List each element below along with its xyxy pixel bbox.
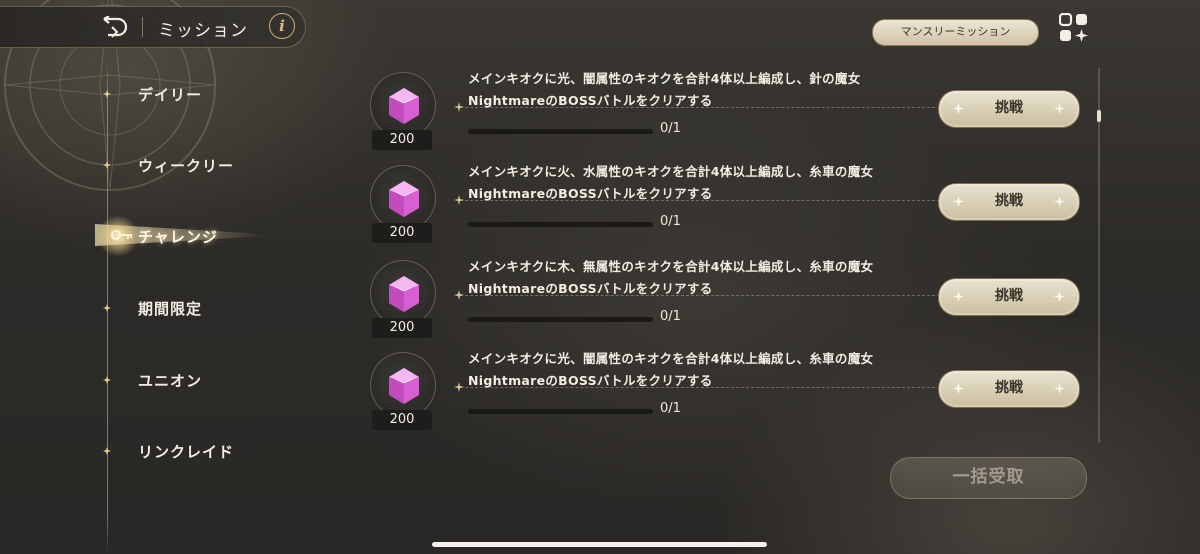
progress-bar — [468, 222, 653, 227]
nav-item-label: デイリー — [138, 86, 203, 104]
grid-menu-icon[interactable] — [1059, 13, 1089, 43]
nav-dot-icon — [103, 90, 111, 98]
nav-dot-icon — [103, 161, 111, 169]
divider — [460, 200, 940, 201]
reward-count: 200 — [372, 410, 432, 430]
challenge-button[interactable]: 挑戦 — [938, 90, 1080, 128]
monthly-mission-label: マンスリーミッション — [900, 25, 1011, 38]
nav-dot-icon — [103, 376, 111, 384]
back-arrow-icon[interactable] — [100, 16, 130, 38]
nav-item-label: 期間限定 — [138, 300, 203, 318]
progress-text: 0/1 — [660, 401, 681, 416]
reward-count: 200 — [372, 223, 432, 243]
sparkle-icon — [454, 195, 464, 205]
sparkle-icon — [1054, 103, 1065, 114]
key-icon — [111, 230, 132, 240]
sparkle-icon — [953, 196, 964, 207]
nav-item-label: リンクレイド — [138, 443, 235, 461]
nav-dot-icon — [103, 447, 111, 455]
page-title: ミッション — [158, 21, 248, 41]
reward-frame — [370, 72, 436, 138]
progress-text: 0/1 — [660, 121, 681, 136]
nav-dot-icon — [103, 304, 111, 312]
header-divider — [142, 17, 143, 37]
sparkle-icon — [454, 382, 464, 392]
progress-text: 0/1 — [660, 309, 681, 324]
sparkle-icon — [953, 291, 964, 302]
sparkle-icon — [1054, 383, 1065, 394]
challenge-label: 挑戦 — [995, 380, 1023, 396]
nav-item-label: ウィークリー — [138, 157, 235, 175]
nav-item-label: ユニオン — [138, 372, 203, 390]
reward-frame — [370, 352, 436, 418]
mission-row: 200 メインキオクに木、無属性のキオクを合計4体以上編成し、糸車の魔女 Nig… — [360, 254, 1100, 346]
pink-gem-icon — [389, 276, 419, 312]
pink-gem-icon — [389, 368, 419, 404]
divider — [460, 295, 940, 296]
nav-item-challenge[interactable]: チャレンジ — [0, 216, 280, 256]
sparkle-icon — [454, 102, 464, 112]
progress-bar — [468, 317, 653, 322]
nav-item-limited[interactable]: 期間限定 — [0, 290, 280, 326]
progress-bar — [468, 409, 653, 414]
challenge-label: 挑戦 — [995, 100, 1023, 116]
progress-bar — [468, 129, 653, 134]
challenge-label: 挑戦 — [995, 193, 1023, 209]
monthly-mission-button[interactable]: マンスリーミッション — [872, 19, 1039, 46]
bulk-receive-button[interactable]: 一括受取 — [890, 457, 1087, 499]
challenge-button[interactable]: 挑戦 — [938, 370, 1080, 408]
progress-text: 0/1 — [660, 214, 681, 229]
sparkle-icon — [953, 103, 964, 114]
header-bar: ミッション i — [0, 6, 306, 48]
sparkle-icon — [454, 290, 464, 300]
mission-description: メインキオクに光、闇属性のキオクを合計4体以上編成し、針の魔女 Nightmar… — [468, 71, 861, 108]
challenge-label: 挑戦 — [995, 288, 1023, 304]
bulk-receive-label: 一括受取 — [952, 467, 1025, 487]
reward-count: 200 — [372, 318, 432, 338]
nav-item-weekly[interactable]: ウィークリー — [0, 147, 280, 183]
challenge-button[interactable]: 挑戦 — [938, 183, 1080, 221]
reward-frame — [370, 165, 436, 231]
mission-description: メインキオクに木、無属性のキオクを合計4体以上編成し、糸車の魔女 Nightma… — [468, 259, 874, 296]
info-icon[interactable]: i — [269, 13, 295, 39]
sparkle-icon — [953, 383, 964, 394]
nav-item-label: チャレンジ — [138, 228, 218, 246]
nav-item-link-raid[interactable]: リンクレイド — [0, 433, 280, 469]
sparkle-icon — [1054, 196, 1065, 207]
sparkle-icon — [1054, 291, 1065, 302]
reward-frame — [370, 260, 436, 326]
nav-item-daily[interactable]: デイリー — [0, 76, 280, 112]
nav-item-union[interactable]: ユニオン — [0, 362, 280, 398]
mission-description: メインキオクに光、闇属性のキオクを合計4体以上編成し、糸車の魔女 Nightma… — [468, 351, 874, 388]
scrollbar-thumb[interactable] — [1097, 110, 1101, 122]
mission-row: 200 メインキオクに光、闇属性のキオクを合計4体以上編成し、糸車の魔女 Nig… — [360, 346, 1100, 438]
mission-row: 200 メインキオクに光、闇属性のキオクを合計4体以上編成し、針の魔女 Nigh… — [360, 66, 1100, 158]
challenge-button[interactable]: 挑戦 — [938, 278, 1080, 316]
divider — [460, 387, 940, 388]
mission-description: メインキオクに火、水属性のキオクを合計4体以上編成し、糸車の魔女 Nightma… — [468, 164, 874, 201]
pink-gem-icon — [389, 181, 419, 217]
scrollbar-track[interactable] — [1098, 68, 1100, 443]
pink-gem-icon — [389, 88, 419, 124]
divider — [460, 107, 940, 108]
home-indicator[interactable] — [432, 542, 767, 547]
mission-row: 200 メインキオクに火、水属性のキオクを合計4体以上編成し、糸車の魔女 Nig… — [360, 159, 1100, 251]
reward-count: 200 — [372, 130, 432, 150]
